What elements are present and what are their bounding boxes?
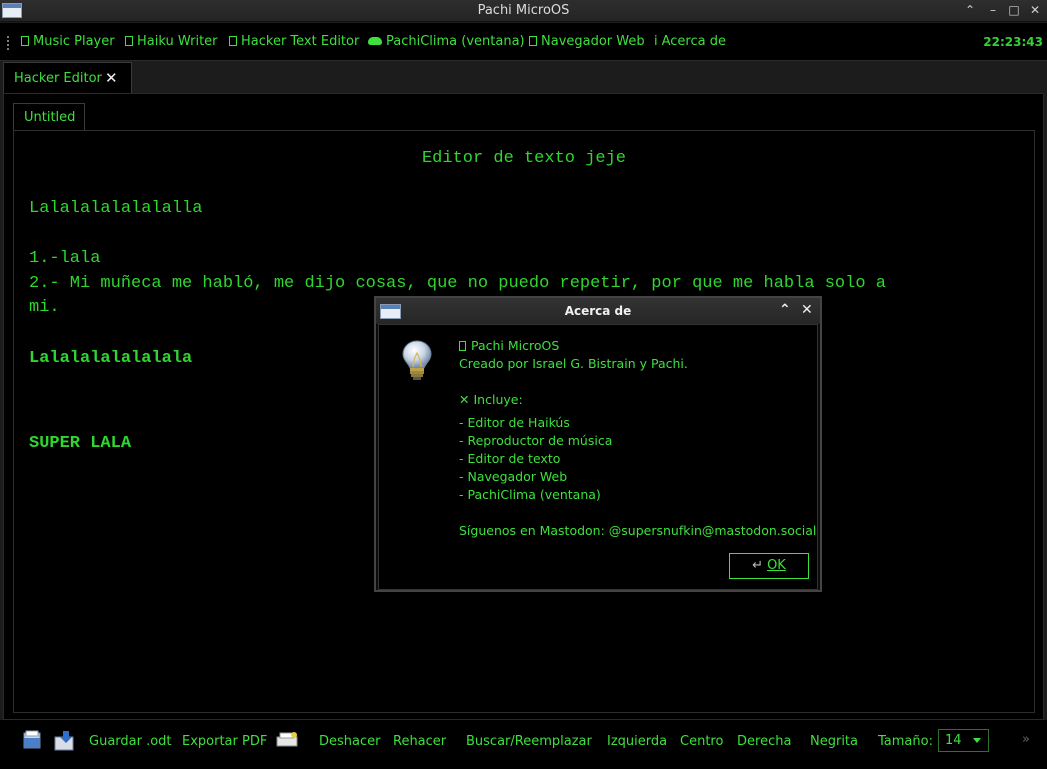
toolbar-grip[interactable] — [6, 35, 10, 51]
menu-hacker-text-editor[interactable]: Hacker Text Editor — [229, 34, 359, 49]
redo-button[interactable]: Rehacer — [393, 734, 446, 749]
tab-untitled[interactable]: Untitled — [13, 103, 85, 131]
dialog-shade-icon[interactable]: ⌃ — [779, 302, 791, 318]
save-odt-button[interactable]: Guardar .odt — [89, 734, 172, 749]
ok-label: OK — [767, 558, 786, 573]
toolbar-overflow-icon[interactable]: » — [1022, 732, 1030, 747]
font-size-select[interactable]: 14 — [938, 729, 989, 752]
editor-line-bold: SUPER LALA — [29, 434, 132, 453]
save-file-icon[interactable] — [53, 729, 77, 757]
editor-line: mi. — [29, 298, 60, 317]
dialog-includes-title: ✕ Incluye: — [459, 392, 523, 407]
align-center-button[interactable]: Centro — [680, 734, 723, 749]
music-icon — [21, 36, 29, 46]
close-window-icon[interactable]: ✕ — [1027, 2, 1043, 18]
document-tab-bar: Hacker Editor ✕ — [0, 61, 1047, 93]
lightbulb-icon — [401, 339, 433, 387]
menu-label: Haiku Writer — [137, 34, 218, 49]
info-icon: i — [654, 34, 658, 49]
font-size-value: 14 — [945, 733, 962, 748]
window-titlebar[interactable]: Pachi MicroOS ⌃ – □ ✕ — [0, 0, 1047, 22]
chevron-down-icon — [973, 738, 981, 743]
menu-pachiclima[interactable]: PachiClima (ventana) — [368, 34, 525, 49]
open-file-icon[interactable] — [22, 729, 44, 755]
clock: 22:23:43 — [983, 35, 1043, 49]
export-pdf-button[interactable]: Exportar PDF — [182, 734, 267, 749]
menu-haiku-writer[interactable]: Haiku Writer — [125, 34, 218, 49]
dialog-include-item: - Reproductor de música — [459, 433, 613, 448]
editor-line: Lalalalalalalalla — [29, 199, 203, 218]
editor-line: 1.-lala — [29, 249, 101, 268]
dialog-include-item: - Editor de Haikús — [459, 415, 570, 430]
tools-icon: ✕ — [459, 392, 470, 407]
menu-label: Navegador Web — [541, 34, 645, 49]
close-tab-icon[interactable]: ✕ — [105, 69, 118, 87]
menu-label: PachiClima (ventana) — [386, 34, 525, 49]
dialog-title: Acerca de — [564, 304, 632, 318]
undo-button[interactable]: Deshacer — [319, 734, 380, 749]
window-title: Pachi MicroOS — [477, 3, 570, 18]
editor-line: 2.- Mi muñeca me habló, me dijo cosas, q… — [29, 274, 886, 293]
ok-arrow-icon: ↵ — [752, 558, 764, 573]
dialog-close-icon[interactable]: ✕ — [801, 302, 813, 318]
menu-navegador-web[interactable]: Navegador Web — [529, 34, 645, 49]
about-dialog: Acerca de ⌃ ✕ Pachi MicroOS Creado por I… — [374, 296, 822, 592]
font-size-label: Tamaño: — [878, 734, 933, 749]
menu-acerca-de[interactable]: i Acerca de — [654, 34, 726, 49]
find-replace-button[interactable]: Buscar/Reemplazar — [466, 734, 592, 749]
tab-hacker-editor[interactable]: Hacker Editor ✕ — [3, 62, 132, 93]
maximize-icon[interactable]: □ — [1006, 2, 1022, 18]
menubar: Music Player Haiku Writer Hacker Text Ed… — [0, 23, 1047, 61]
align-left-button[interactable]: Izquierda — [607, 734, 667, 749]
editor-line: Editor de texto jeje — [421, 149, 627, 168]
dialog-body: Pachi MicroOS Creado por Israel G. Bistr… — [378, 324, 818, 590]
dialog-include-item: - Editor de texto — [459, 451, 561, 466]
print-icon[interactable] — [276, 729, 300, 755]
bottom-toolbar: Guardar .odt Exportar PDF Deshacer Rehac… — [0, 720, 1047, 769]
shade-icon[interactable]: ⌃ — [962, 2, 978, 18]
app-logo-icon — [459, 341, 466, 351]
dialog-follow-text: Síguenos en Mastodon: @supersnufkin@mast… — [459, 523, 817, 538]
menu-label: Music Player — [33, 34, 115, 49]
menu-music-player[interactable]: Music Player — [21, 34, 115, 49]
tab-label: Hacker Editor — [14, 71, 102, 86]
tab-label: Untitled — [24, 110, 76, 125]
menu-label: Acerca de — [661, 34, 726, 49]
editor-icon — [229, 36, 237, 46]
dialog-app-name: Pachi MicroOS — [459, 338, 559, 353]
bold-button[interactable]: Negrita — [810, 734, 858, 749]
minimize-icon[interactable]: – — [985, 2, 1001, 18]
haiku-icon — [125, 36, 133, 46]
app-name-text: Pachi MicroOS — [471, 338, 560, 353]
menu-label: Hacker Text Editor — [241, 34, 360, 49]
align-right-button[interactable]: Derecha — [737, 734, 791, 749]
dialog-include-item: - PachiClima (ventana) — [459, 487, 601, 502]
dialog-credits: Creado por Israel G. Bistrain y Pachi. — [459, 356, 688, 371]
includes-text: Incluye: — [473, 392, 523, 407]
ok-button[interactable]: ↵ OK — [729, 553, 809, 579]
dialog-titlebar[interactable]: Acerca de ⌃ ✕ — [376, 298, 820, 324]
editor-line-bold: Lalalalalalalala — [29, 349, 193, 368]
cloud-icon — [368, 37, 382, 45]
globe-icon — [529, 36, 537, 46]
dialog-include-item: - Navegador Web — [459, 469, 568, 484]
